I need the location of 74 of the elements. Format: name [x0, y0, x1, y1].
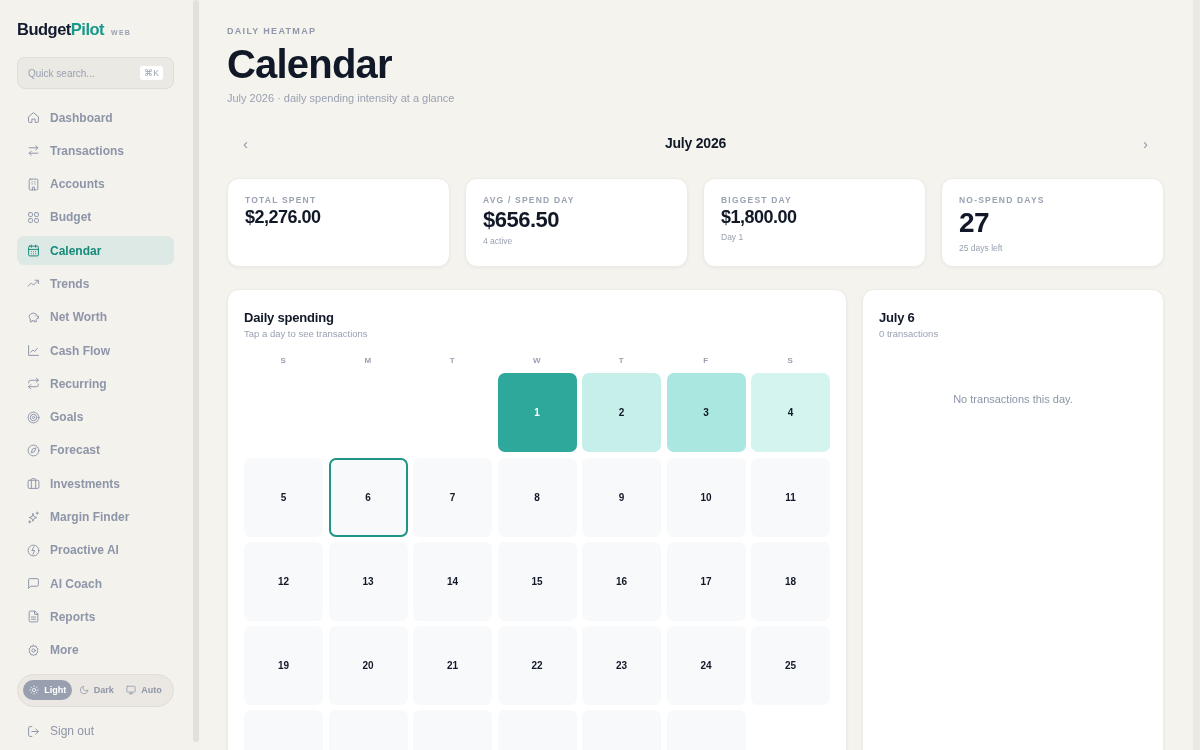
day-cell[interactable]: 7 [413, 457, 492, 537]
weekday-label: F [702, 356, 710, 365]
stat-value: $656.50 [483, 208, 561, 233]
day-cell[interactable]: 21 [413, 626, 492, 706]
compass-icon [27, 443, 40, 457]
month-label: July 2026 [664, 135, 727, 151]
piggy-bank-icon [27, 310, 40, 324]
day-cell[interactable]: 9 [582, 457, 661, 537]
stat-value: $1,800.00 [721, 208, 798, 228]
grid-icon [27, 210, 40, 224]
brand-logo: BudgetPilot [17, 20, 105, 39]
chat-bubble-icon [27, 577, 40, 591]
day-cell[interactable]: 22 [497, 626, 577, 706]
stat-value: 27 [959, 208, 991, 239]
weekday-label: S [786, 356, 795, 365]
bolt-circle-icon [27, 543, 40, 557]
day-cell[interactable]: 11 [751, 457, 830, 537]
day-cell[interactable]: 3 [666, 373, 746, 453]
stat-note: 4 active [483, 236, 514, 247]
sparkles-icon [27, 510, 40, 524]
monitor-icon [126, 685, 137, 696]
day-cell[interactable]: 14 [413, 541, 492, 621]
briefcase-icon [27, 477, 40, 491]
home-icon [27, 111, 40, 124]
weekday-label: S [279, 356, 288, 365]
weekday-label: T [617, 356, 626, 365]
page-subtitle: July 2026 · daily spending intensity at a glance [227, 91, 456, 105]
day-cell[interactable]: 5 [244, 457, 323, 537]
day-cell[interactable]: 23 [582, 626, 661, 706]
card-subtitle: Tap a day to see transactions [244, 328, 369, 340]
document-icon [27, 610, 40, 624]
stat-label: NO-SPEND DAYS [959, 195, 1046, 205]
building-icon [27, 177, 40, 191]
day-cell[interactable]: 25 [751, 626, 830, 706]
card-title: Daily spending [244, 309, 335, 326]
day-cell[interactable]: 24 [666, 626, 746, 706]
stat-note: Day 1 [721, 231, 745, 242]
stat-label: TOTAL SPENT [245, 195, 318, 205]
stat-note: 25 days left [959, 242, 1004, 253]
day-cell[interactable]: 20 [328, 626, 408, 706]
weekday-label: T [448, 356, 457, 365]
stat-label: BIGGEST DAY [721, 195, 793, 205]
day-cell[interactable]: 15 [497, 541, 577, 621]
day-cell[interactable]: 10 [666, 457, 746, 537]
day-cell[interactable]: 19 [244, 626, 323, 706]
shortcut-hint: ⌘K [140, 66, 163, 80]
moon-icon [78, 685, 89, 696]
day-cell[interactable]: 17 [666, 541, 746, 621]
target-icon [27, 410, 40, 424]
page-title: Calendar [227, 41, 393, 87]
page-eyebrow: DAILY HEATMAP [227, 26, 318, 37]
nav-item[interactable]: Calendar [17, 236, 174, 266]
calendar-icon [27, 244, 40, 258]
day-cell[interactable]: 16 [582, 541, 661, 621]
sign-out-icon [27, 724, 40, 738]
empty-message: No transactions this day. [952, 393, 1074, 405]
day-cell[interactable]: 4 [751, 373, 830, 453]
line-chart-icon [27, 344, 40, 358]
transaction-count: 0 transactions [879, 328, 940, 340]
arrows-icon [27, 144, 40, 158]
weekday-label: W [531, 356, 543, 365]
day-cell[interactable]: 6 [328, 457, 408, 537]
day-cell[interactable]: 18 [751, 541, 830, 621]
card-title: July 6 [879, 309, 916, 326]
stat-label: AVG / SPEND DAY [483, 195, 576, 205]
repeat-icon [27, 377, 40, 391]
day-cell[interactable]: 8 [497, 457, 577, 537]
day-cell[interactable]: 2 [582, 373, 661, 453]
day-cell[interactable]: 13 [328, 541, 408, 621]
settings-icon [27, 643, 40, 657]
sun-icon [29, 685, 40, 696]
stat-value: $2,276.00 [245, 208, 322, 228]
day-cell[interactable]: 12 [244, 541, 323, 621]
weekday-label: M [363, 356, 373, 365]
